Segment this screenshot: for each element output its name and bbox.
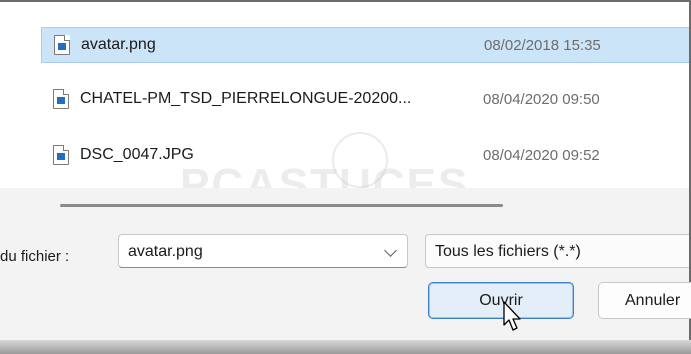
filename-combobox[interactable]: avatar.png — [118, 234, 408, 268]
image-file-icon — [53, 89, 69, 109]
filetype-value: Tous les fichiers (*.*) — [435, 243, 581, 260]
file-row-avatar[interactable]: avatar.png 08/02/2018 15:35 — [41, 27, 689, 63]
file-row-chatel[interactable]: CHATEL-PM_TSD_PIERRELONGUE-20200... 08/0… — [41, 81, 689, 117]
filename-label: du fichier : — [0, 248, 70, 265]
chevron-down-icon[interactable] — [384, 244, 397, 257]
file-name: DSC_0047.JPG — [80, 146, 194, 163]
cancel-button[interactable]: Annuler — [598, 282, 691, 319]
file-date: 08/04/2020 09:50 — [483, 90, 600, 108]
window-bottom-edge — [0, 340, 691, 354]
filetype-select[interactable]: Tous les fichiers (*.*) — [425, 234, 689, 268]
mouse-pointer-icon — [503, 301, 521, 331]
file-name: avatar.png — [81, 36, 156, 53]
file-date: 08/02/2018 15:35 — [484, 36, 601, 54]
open-button[interactable]: Ouvrir — [428, 282, 574, 319]
file-name: CHATEL-PM_TSD_PIERRELONGUE-20200... — [80, 90, 412, 107]
image-file-icon — [53, 145, 69, 165]
dialog-footer: du fichier : avatar.png Tous les fichier… — [0, 188, 691, 354]
image-file-icon — [54, 35, 70, 55]
file-date: 08/04/2020 09:52 — [483, 146, 600, 164]
horizontal-scrollbar[interactable] — [60, 204, 503, 207]
filename-input[interactable]: avatar.png — [128, 243, 203, 261]
